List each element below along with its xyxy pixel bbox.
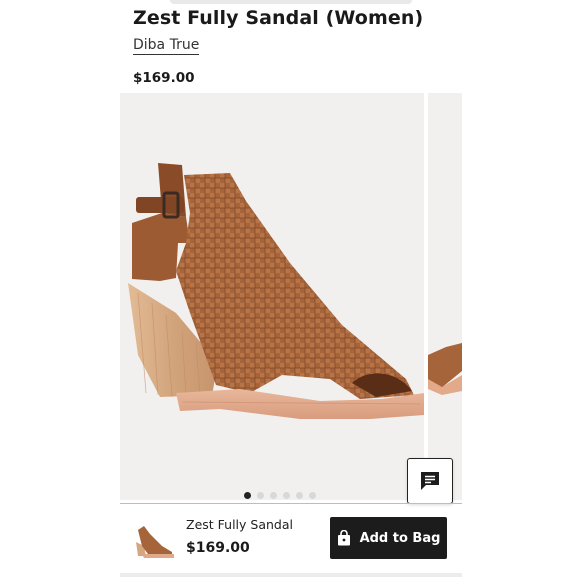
carousel-dot[interactable] — [244, 492, 251, 499]
sticky-add-to-bag-bar: Zest Fully Sandal $169.00 Add to Bag — [120, 504, 462, 574]
chat-icon — [421, 472, 439, 490]
product-price: $169.00 — [133, 70, 195, 86]
next-image-preview[interactable] — [428, 93, 462, 500]
image-carousel[interactable] — [120, 93, 462, 500]
add-to-bag-button[interactable]: Add to Bag — [330, 517, 447, 559]
carousel-dot[interactable] — [257, 492, 264, 499]
carousel-dots — [244, 492, 316, 500]
add-to-bag-label: Add to Bag — [359, 530, 441, 546]
product-title: Zest Fully Sandal (Women) — [133, 7, 424, 29]
product-thumbnail — [136, 526, 174, 558]
bar-product-name: Zest Fully Sandal — [186, 517, 293, 532]
carousel-dot[interactable] — [296, 492, 303, 499]
carousel-dot[interactable] — [270, 492, 277, 499]
carousel-dot[interactable] — [309, 492, 316, 499]
brand-link[interactable]: Diba True — [133, 37, 200, 55]
chat-button[interactable] — [407, 458, 453, 504]
bottom-scroll-edge — [120, 573, 462, 577]
carousel-dot[interactable] — [283, 492, 290, 499]
product-image[interactable] — [120, 93, 424, 500]
bar-product-price: $169.00 — [186, 540, 250, 556]
top-scroll-edge — [170, 0, 412, 4]
shopping-bag-icon — [337, 530, 350, 546]
product-page: Zest Fully Sandal (Women) Diba True $169… — [0, 0, 580, 580]
